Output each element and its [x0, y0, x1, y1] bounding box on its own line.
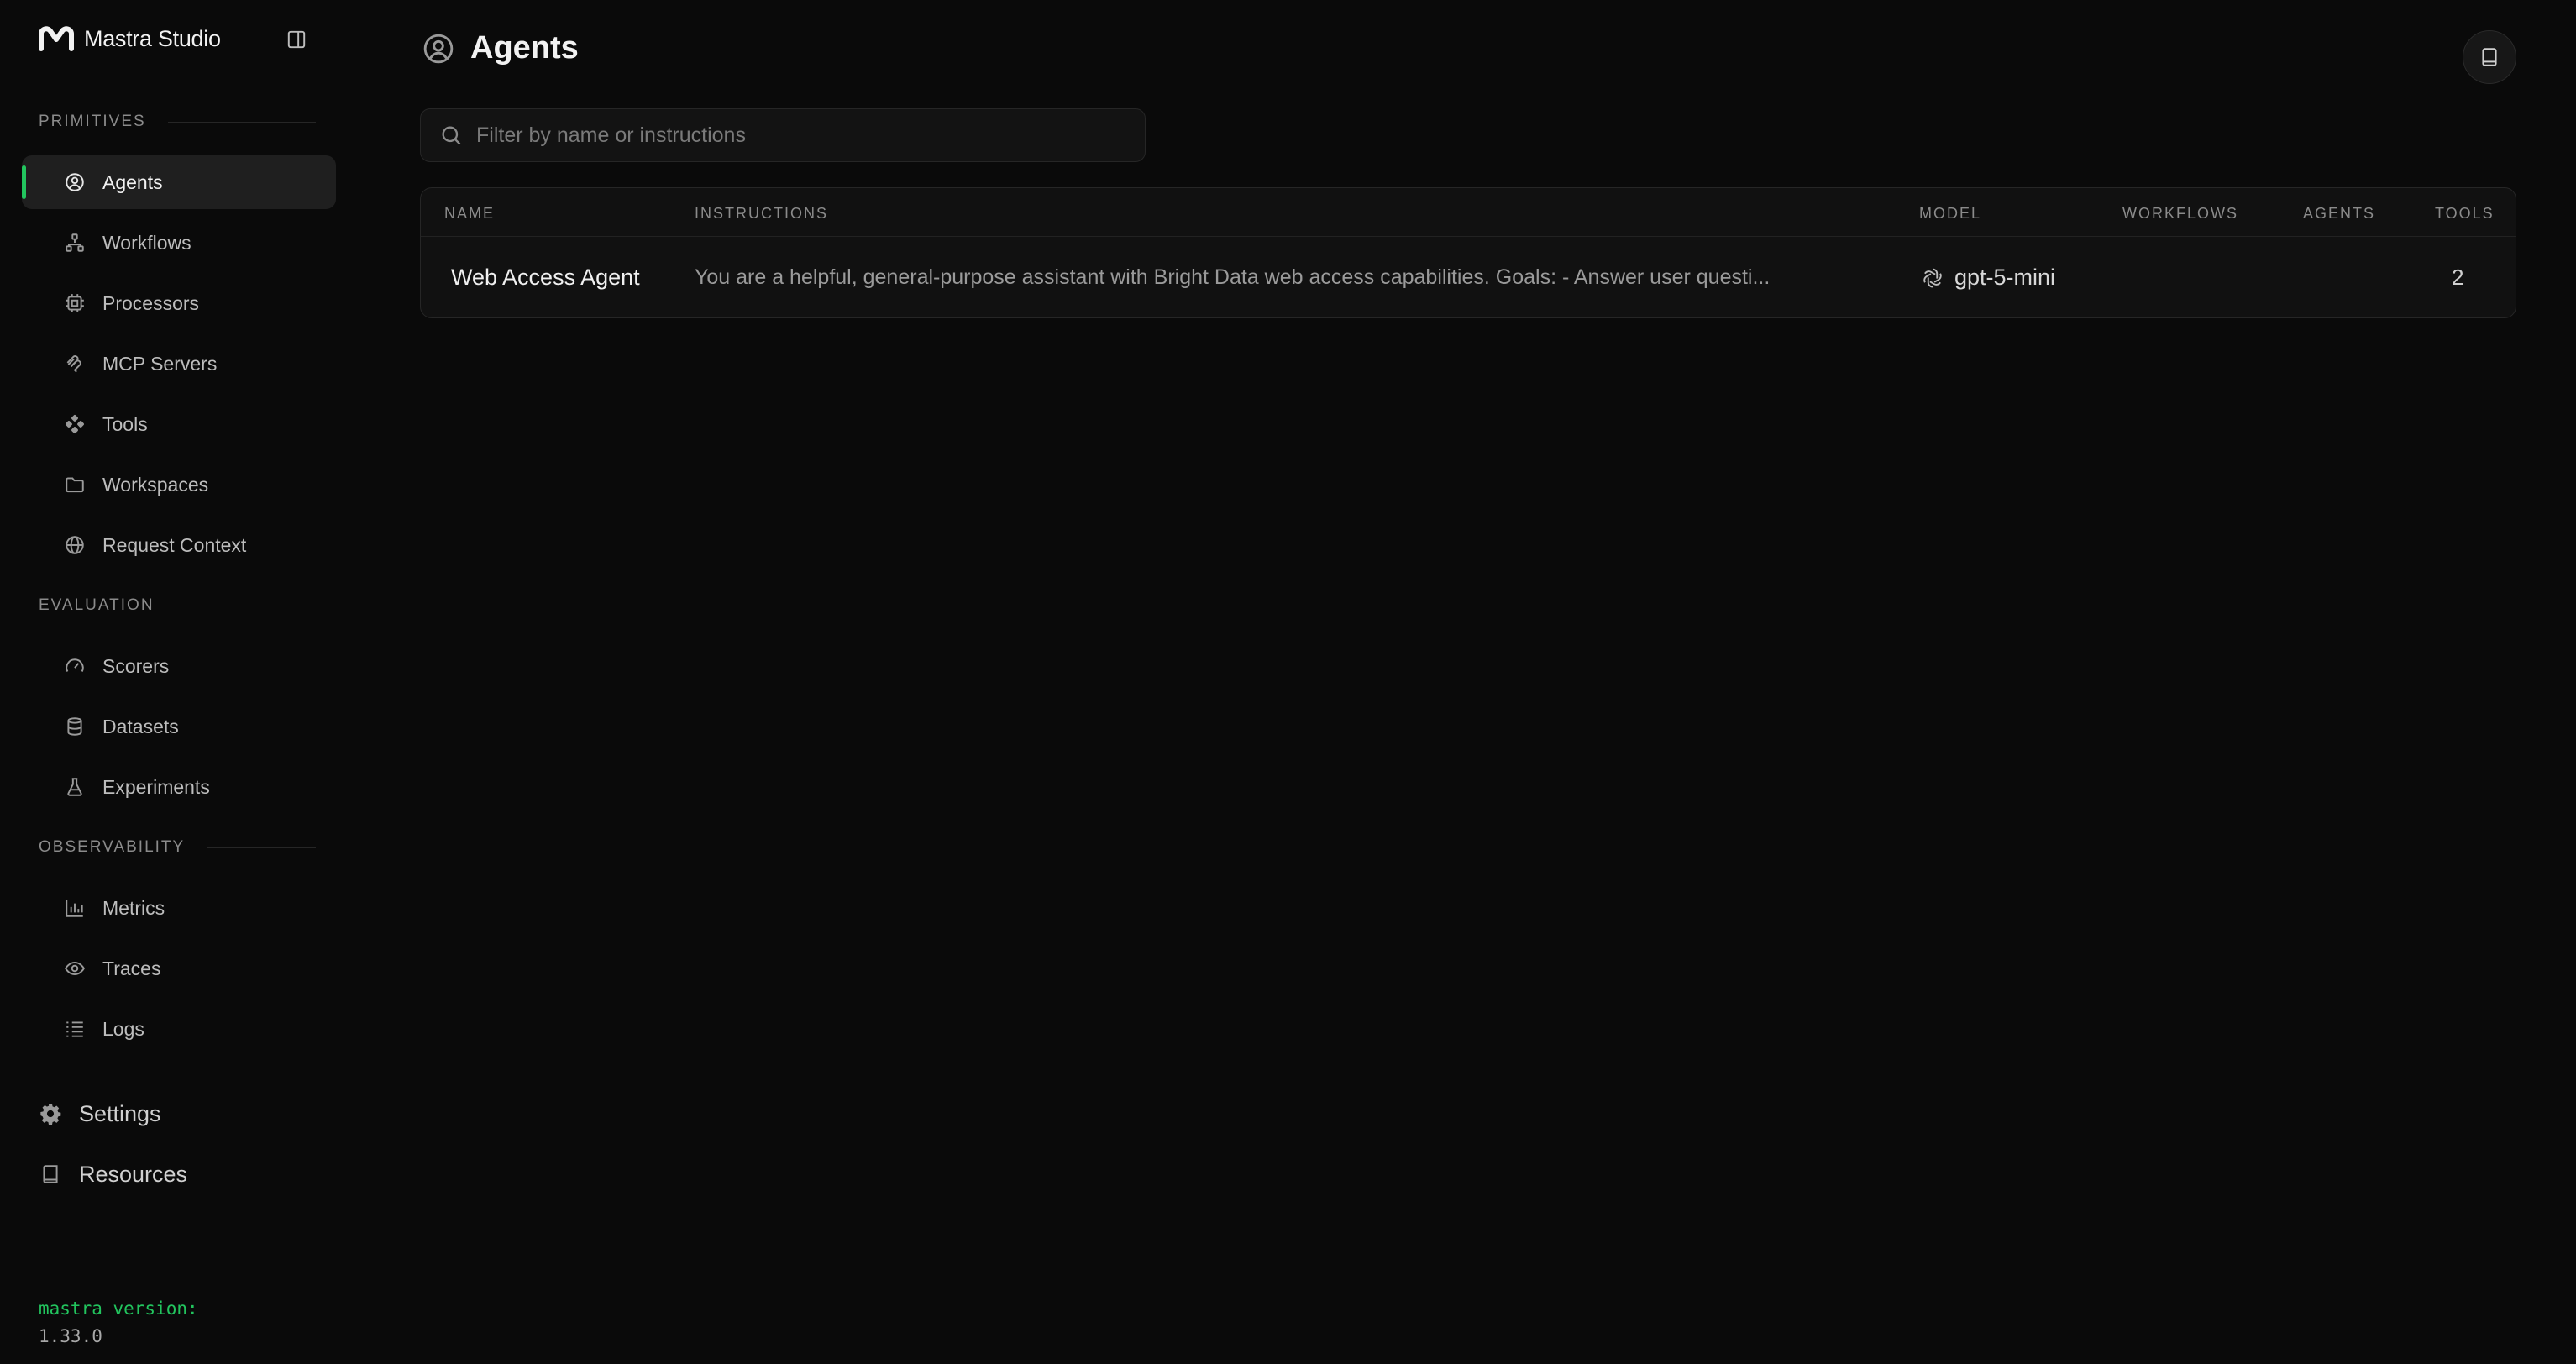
- docs-button[interactable]: [2463, 30, 2516, 84]
- sidebar-item-workflows[interactable]: Workflows: [22, 216, 336, 270]
- sidebar-item-processors[interactable]: Processors: [22, 276, 336, 330]
- sidebar-item-agents[interactable]: Agents: [22, 155, 336, 209]
- gear-icon: [39, 1102, 62, 1125]
- sidebar-item-label: Experiments: [102, 775, 210, 798]
- search-box[interactable]: [420, 108, 1146, 162]
- sidebar-panel-icon: [287, 30, 306, 49]
- sidebar-item-label: Scorers: [102, 654, 170, 677]
- sidebar-item-label: Datasets: [102, 715, 179, 737]
- table-header: NAME INSTRUCTIONS MODEL WORKFLOWS AGENTS…: [421, 188, 2516, 237]
- bar-chart-icon: [64, 897, 86, 919]
- sidebar-item-label: Request Context: [102, 533, 247, 556]
- tools-icon: [64, 413, 86, 435]
- folder-icon: [64, 474, 86, 496]
- column-header-workflows[interactable]: WORKFLOWS: [2122, 205, 2238, 223]
- sidebar-item-label: Traces: [102, 957, 161, 979]
- globe-icon: [64, 534, 86, 556]
- section-label-observability: OBSERVABILITY: [39, 838, 316, 857]
- eye-icon: [64, 957, 86, 979]
- search-icon: [442, 126, 461, 145]
- agent-instructions: You are a helpful, general-purpose assis…: [695, 265, 1771, 289]
- sidebar-item-label: Logs: [102, 1017, 144, 1040]
- sidebar-toggle-button[interactable]: [282, 25, 311, 54]
- column-header-model[interactable]: MODEL: [1919, 205, 1981, 223]
- database-icon: [64, 716, 86, 737]
- sidebar-item-datasets[interactable]: Datasets: [22, 700, 336, 753]
- agents-table: NAME INSTRUCTIONS MODEL WORKFLOWS AGENTS…: [420, 187, 2516, 318]
- sidebar-item-label: Agents: [102, 170, 163, 193]
- book-icon: [2482, 48, 2497, 66]
- mcp-icon: [64, 353, 86, 375]
- sidebar-item-mcp-servers[interactable]: MCP Servers: [22, 337, 336, 391]
- main-content: Agents NAME INSTRUCTIONS MODEL WORKFLOWS…: [353, 0, 2576, 1364]
- sidebar-item-metrics[interactable]: Metrics: [22, 881, 336, 935]
- page-header: Agents: [422, 30, 579, 66]
- sidebar-item-tools[interactable]: Tools: [22, 397, 336, 451]
- agent-name[interactable]: Web Access Agent: [451, 237, 640, 317]
- column-header-agents[interactable]: AGENTS: [2303, 205, 2375, 223]
- gauge-icon: [64, 655, 86, 677]
- column-header-tools[interactable]: TOOLS: [2435, 205, 2495, 223]
- sidebar-item-experiments[interactable]: Experiments: [22, 760, 336, 814]
- sidebar-item-scorers[interactable]: Scorers: [22, 639, 336, 693]
- mastra-logo-icon: [39, 26, 74, 51]
- list-icon: [64, 1018, 86, 1040]
- sidebar-item-traces[interactable]: Traces: [22, 942, 336, 995]
- sidebar-item-label: Workspaces: [102, 473, 209, 496]
- sidebar-item-resources[interactable]: Resources: [22, 1147, 336, 1201]
- brand[interactable]: Mastra Studio: [39, 22, 221, 55]
- sidebar-item-settings[interactable]: Settings: [22, 1087, 336, 1141]
- processor-icon: [64, 292, 86, 314]
- agent-icon: [423, 34, 454, 63]
- sidebar-item-workspaces[interactable]: Workspaces: [22, 458, 336, 512]
- openai-icon: [1923, 268, 1942, 287]
- book-icon: [39, 1162, 62, 1186]
- model-name: gpt-5-mini: [1954, 265, 2056, 290]
- version-value: 1.33.0: [39, 1326, 102, 1346]
- sidebar-item-request-context[interactable]: Request Context: [22, 518, 336, 572]
- sidebar-item-label: Processors: [102, 291, 200, 314]
- agent-model: gpt-5-mini: [1921, 237, 2056, 317]
- workflow-icon: [64, 232, 86, 254]
- version-info: mastra version: 1.33.0: [39, 1295, 198, 1351]
- sidebar-item-label: Settings: [79, 1100, 161, 1126]
- sidebar-item-label: Metrics: [102, 896, 165, 919]
- sidebar-item-logs[interactable]: Logs: [22, 1002, 336, 1056]
- sidebar-item-label: Workflows: [102, 231, 191, 254]
- version-label: mastra version:: [39, 1298, 198, 1319]
- brand-name: Mastra Studio: [84, 25, 221, 51]
- sidebar-item-label: Tools: [102, 412, 148, 435]
- section-label-evaluation: EVALUATION: [39, 596, 316, 615]
- page-title: Agents: [470, 30, 579, 66]
- flask-icon: [64, 776, 86, 798]
- column-header-name[interactable]: NAME: [444, 205, 495, 223]
- column-header-instructions[interactable]: INSTRUCTIONS: [695, 205, 828, 223]
- app-root: Mastra Studio PRIMITIVES Agents Workflow…: [0, 0, 2576, 1364]
- sidebar-item-label: MCP Servers: [102, 352, 218, 375]
- agent-tools-count: 2: [2452, 265, 2464, 290]
- agent-icon: [64, 171, 86, 193]
- sidebar-item-label: Resources: [79, 1161, 188, 1187]
- section-label-primitives: PRIMITIVES: [39, 113, 316, 131]
- table-row[interactable]: Web Access Agent You are a helpful, gene…: [421, 237, 2516, 317]
- search-input[interactable]: [476, 123, 1145, 148]
- sidebar: Mastra Studio PRIMITIVES Agents Workflow…: [0, 0, 353, 1364]
